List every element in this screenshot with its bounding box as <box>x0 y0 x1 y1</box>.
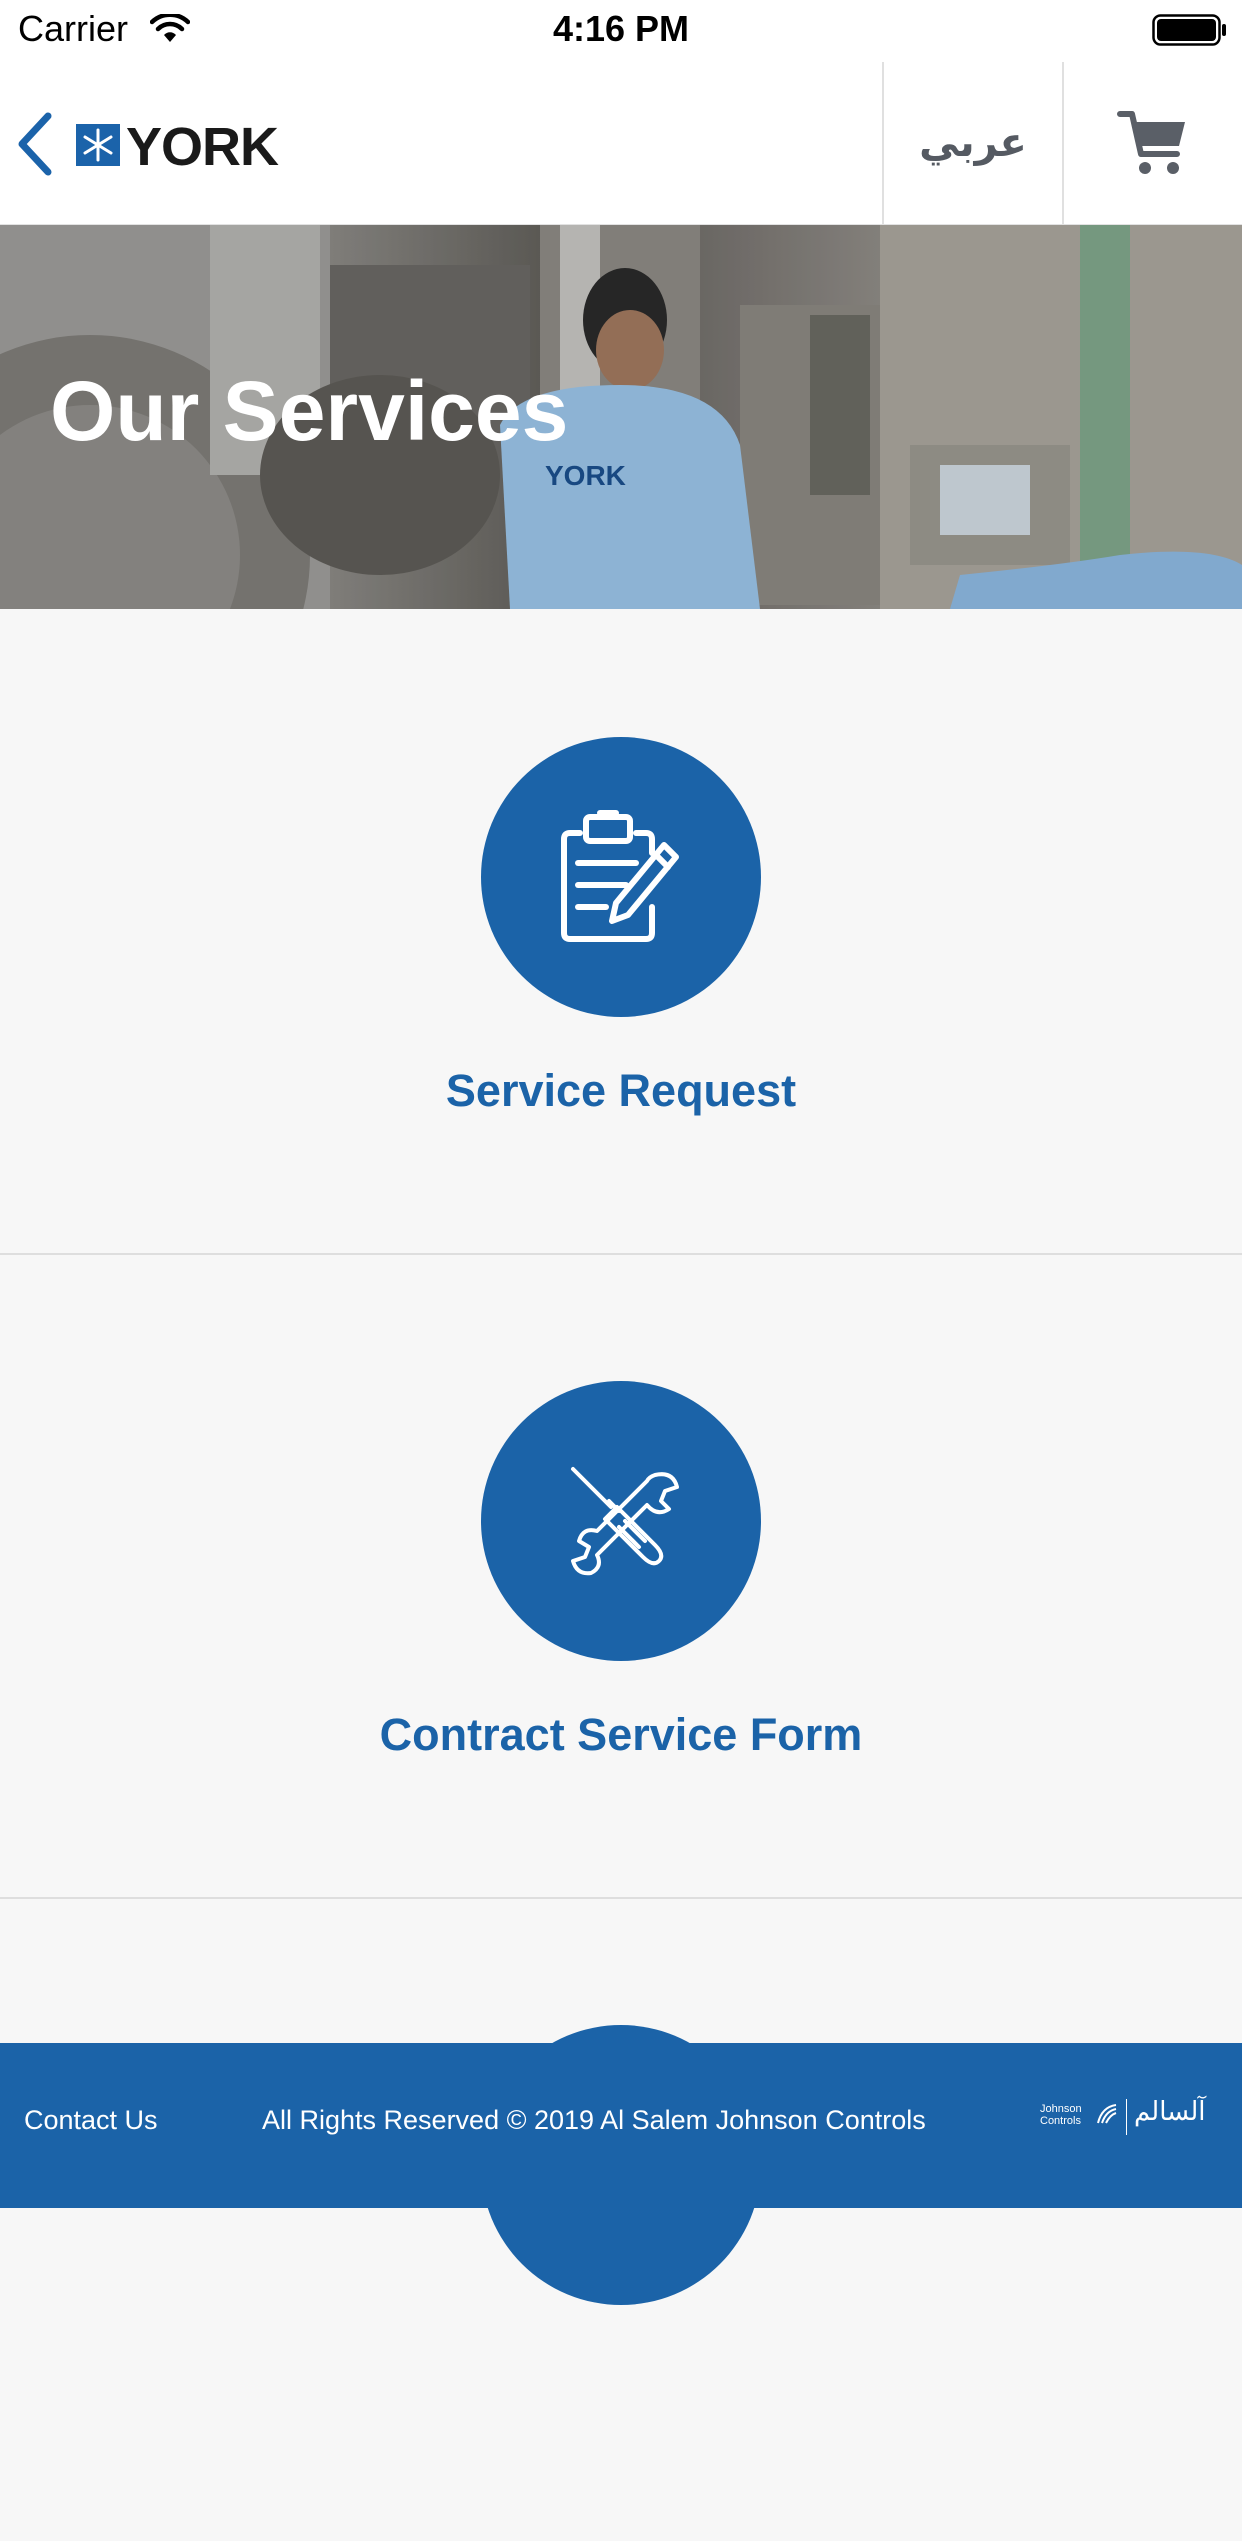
service-request-icon-circle[interactable] <box>481 737 761 1017</box>
johnson-controls-logo: Johnson Controls <box>1040 2103 1082 2127</box>
status-bar: Carrier 4:16 PM <box>0 0 1242 62</box>
logo-divider <box>1126 2099 1127 2135</box>
york-logo-text: YORK <box>126 117 279 177</box>
service-request-label[interactable]: Service Request <box>0 1065 1242 1117</box>
johnson-controls-mark-icon <box>1097 2104 1117 2124</box>
contact-us-link[interactable]: Contact Us <box>24 2105 158 2136</box>
contract-service-form-label[interactable]: Contract Service Form <box>0 1709 1242 1761</box>
status-time: 4:16 PM <box>552 8 690 49</box>
page-title: Our Services <box>50 364 569 458</box>
language-toggle-button[interactable]: عربي <box>884 62 1062 224</box>
battery-icon <box>1152 14 1228 46</box>
cart-button[interactable] <box>1064 62 1242 224</box>
service-request-item[interactable]: Service Request <box>0 609 1242 1255</box>
contract-service-icon-circle[interactable] <box>481 1381 761 1661</box>
app-header: YORK عربي <box>0 62 1242 225</box>
back-button[interactable] <box>10 106 62 182</box>
contract-service-form-item[interactable]: Contract Service Form <box>0 1253 1242 1899</box>
snowflake-icon <box>76 124 120 166</box>
hero-banner: YORK Our Services <box>0 225 1242 609</box>
copyright-text: All Rights Reserved © 2019 Al Salem John… <box>262 2105 926 2135</box>
chevron-left-icon <box>18 112 52 176</box>
partner-logos: Johnson Controls آلسالم <box>1040 2097 1220 2137</box>
alsalem-logo: آلسالم <box>1134 2097 1206 2127</box>
footer: Contact Us All Rights Reserved © 2019 Al… <box>0 2043 1242 2208</box>
service-item-partial[interactable] <box>0 1897 1242 2541</box>
tools-icon <box>571 1467 679 1576</box>
cart-icon <box>1117 111 1185 174</box>
clipboard-edit-icon <box>561 810 679 942</box>
york-logo: YORK <box>76 117 296 177</box>
